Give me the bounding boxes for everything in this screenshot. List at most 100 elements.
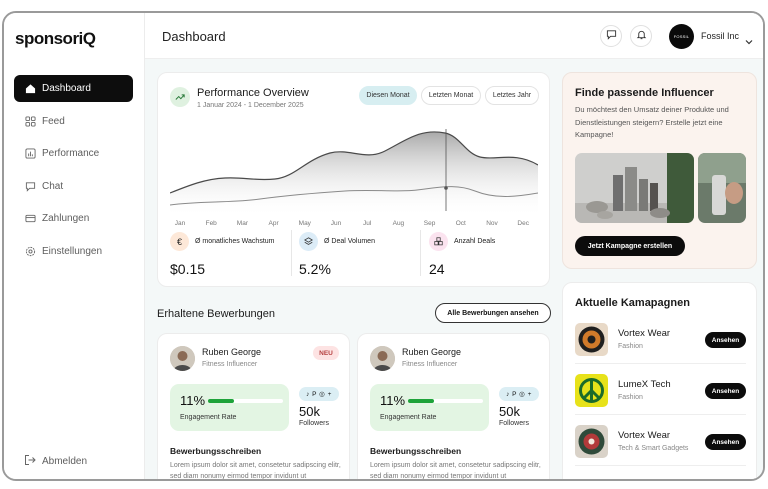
campaign-item: Vortex Wear Fashion Ansehen [575,319,746,359]
home-icon [24,83,36,95]
chevron-down-icon[interactable] [745,32,753,50]
brand-logo[interactable]: sponsoriQ [15,29,96,49]
promo-card: Finde passende Influencer Du möchtest de… [562,72,757,269]
logout-button[interactable]: Abmelden [24,454,87,469]
tab-diesen-monat[interactable]: Diesen Monat [359,86,417,105]
followers-value: 50k [299,404,320,419]
sidebar-item-label: Chat [42,180,64,192]
logout-icon [24,454,36,469]
company-avatar[interactable]: FOSSIL [669,24,694,49]
followers-label: Followers [499,420,529,427]
followers-label: Followers [299,420,329,427]
chat-icon [24,180,36,192]
divider [575,414,746,415]
sidebar-item-label: Zahlungen [42,213,90,224]
notifications-button[interactable] [630,25,652,47]
trend-icon [170,87,190,107]
performance-chart: Jan Feb Mar Apr May Jun Jul Aug Sep Oct Nov Dec [170,129,538,227]
stat-value: $0.15 [170,261,206,277]
euro-icon: € [170,232,189,251]
applicant-name: Ruben George [402,347,462,357]
divider [420,230,421,276]
month-label: Jul [363,220,372,227]
sidebar-item-performance[interactable]: Performance [14,140,133,167]
applicant-name: Ruben George [202,347,262,357]
create-campaign-button[interactable]: Jetzt Kampagne erstellen [575,236,685,256]
logout-label: Abmelden [42,456,88,467]
chart-icon [24,148,36,160]
engagement-bar [408,399,483,403]
performance-date-range: 1 Januar 2024 - 1 December 2025 [197,102,304,109]
cover-letter-text: Lorem ipsum dolor sit amet, consetetur s… [370,462,541,480]
layers-icon [299,232,318,251]
view-campaign-button[interactable]: Ansehen [705,383,746,399]
sidebar: sponsoriQ Dashboard Feed Performance Cha… [4,13,145,479]
sidebar-nav: Dashboard Feed Performance Chat Zahlunge… [14,75,133,270]
stats-row: € Ø monatliches Wachstum $0.15 Ø Deal Vo… [158,230,549,288]
campaign-category: Tech & Smart Gadgets [618,445,689,452]
campaign-category: Fashion [618,343,643,350]
view-campaign-button[interactable]: Ansehen [705,332,746,348]
campaign-logo [575,374,608,407]
application-card[interactable]: Ruben George Fitness Influencer 11% Enga… [357,333,550,480]
all-applications-button[interactable]: Alle Bewerbungen ansehen [435,303,551,323]
month-label: May [299,220,312,227]
app-window: sponsoriQ Dashboard Feed Performance Cha… [2,11,765,481]
engagement-value: 11% [380,393,406,408]
messages-button[interactable] [600,25,622,47]
engagement-box: 11% Engagement Rate [370,384,489,431]
campaign-logo [575,323,608,356]
grid-icon [24,115,36,127]
stat-label: Anzahl Deals [454,238,496,245]
social-icons: ♪ P ◎ + [299,387,339,401]
campaigns-card: Aktuelle Kamapagnen Vortex Wear Fashion … [562,282,757,479]
shapes-icon [429,232,448,251]
applicant-role: Fitness Influencer [402,361,458,368]
cover-letter-title: Bewerbungsschreiben [370,446,462,456]
engagement-box: 11% Engagement Rate [170,384,289,431]
stat-value: 24 [429,261,445,277]
brand-logo-text: sponsoriQ [15,29,96,48]
card-icon [24,213,36,225]
view-campaign-button[interactable]: Ansehen [705,434,746,450]
product-photo [575,153,694,223]
tab-letztes-jahr[interactable]: Letztes Jahr [485,86,539,105]
chat-icon [606,27,617,45]
gear-icon [24,245,36,257]
lifestyle-photo [698,153,746,223]
application-card[interactable]: Ruben George Fitness Influencer NEU 11% … [157,333,350,480]
stat-label: Ø monatliches Wachstum [195,238,275,245]
engagement-label: Engagement Rate [380,414,437,421]
chart-area [170,131,538,215]
month-label: Jan [175,220,186,227]
top-bar: Dashboard FOSSIL Fossil Inc [145,13,763,59]
sidebar-item-einstellungen[interactable]: Einstellungen [14,238,133,265]
month-label: Nov [486,220,498,227]
tab-letzten-monat[interactable]: Letzten Monat [421,86,481,105]
promo-title: Finde passende Influencer [575,87,714,99]
new-badge: NEU [313,346,339,360]
sidebar-item-dashboard[interactable]: Dashboard [14,75,133,102]
sidebar-item-feed[interactable]: Feed [14,108,133,135]
sidebar-item-chat[interactable]: Chat [14,173,133,200]
sidebar-item-zahlungen[interactable]: Zahlungen [14,205,133,232]
campaign-name: LumeX Tech [618,379,671,390]
engagement-bar-fill [408,399,435,403]
main-area: Dashboard FOSSIL Fossil Inc Performance … [145,13,763,479]
campaign-name: Vortex Wear [618,328,671,339]
sidebar-item-label: Performance [42,148,100,159]
performance-title: Performance Overview [197,87,309,99]
campaign-name: Vortex Wear [618,430,671,441]
month-label: Oct [456,220,466,227]
campaign-item: Vortex Wear Tech & Smart Gadgets Ansehen [575,421,746,461]
cover-letter-title: Bewerbungsschreiben [170,446,262,456]
month-label: Jun [331,220,342,227]
sidebar-item-label: Feed [42,115,65,127]
promo-text: Du möchtest den Umsatz deiner Produkte u… [575,105,729,139]
cover-letter-text: Lorem ipsum dolor sit amet, consetetur s… [170,462,341,480]
company-name[interactable]: Fossil Inc [701,31,739,41]
avatar [370,346,395,371]
month-label: Aug [393,220,405,227]
month-label: Sep [424,220,436,227]
divider [575,363,746,364]
